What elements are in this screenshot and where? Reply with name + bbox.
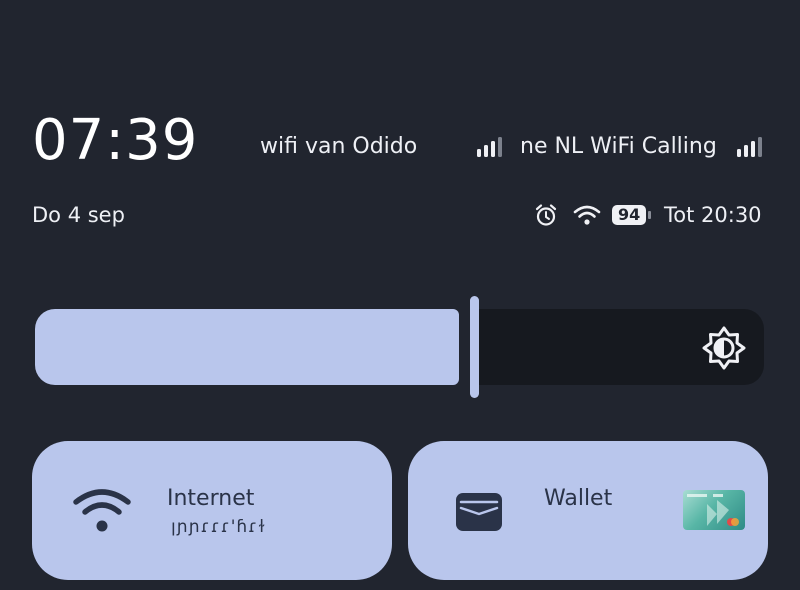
signal-bars-icon	[477, 137, 502, 157]
alarm-icon	[535, 204, 557, 226]
date-label: Do 4 sep	[32, 203, 125, 227]
internet-tile-subtitle: ꞁɲɲɾɾɾ'ɦɾɫ	[171, 517, 266, 537]
wifi-icon	[573, 205, 601, 225]
card-artwork	[687, 494, 739, 526]
charge-until-label: Tot 20:30	[664, 203, 762, 227]
brightness-slider-fill[interactable]	[35, 309, 459, 385]
brightness-icon	[702, 326, 746, 370]
battery-tip	[648, 211, 652, 219]
internet-tile-label: Internet	[167, 486, 255, 511]
wallet-tile-label: Wallet	[544, 486, 613, 511]
battery-icon: 94	[612, 205, 652, 225]
battery-level: 94	[612, 205, 647, 225]
signal-bars-icon	[737, 137, 762, 157]
wifi-icon	[73, 489, 131, 532]
brightness-slider-handle[interactable]	[470, 296, 479, 398]
carrier-label-1: wifi van Odido	[260, 134, 418, 159]
wallet-icon	[456, 493, 502, 531]
clock: 07:39	[32, 108, 199, 173]
carrier-label-2: ne NL WiFi Calling	[520, 134, 717, 159]
card-thumbnail	[683, 490, 745, 530]
